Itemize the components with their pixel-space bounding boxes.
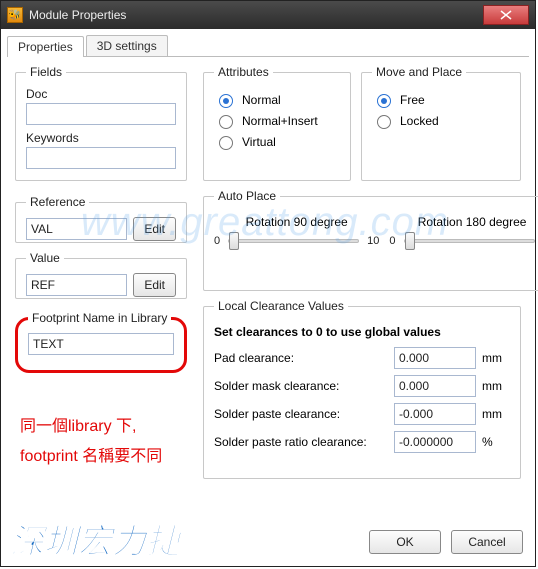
dialog-window: 🐝 Module Properties Properties 3D settin…: [0, 0, 536, 567]
pad-label: Pad clearance:: [214, 351, 388, 365]
attr-normal-radio[interactable]: [219, 94, 233, 108]
attr-legend: Attributes: [214, 65, 273, 79]
ok-button[interactable]: OK: [369, 530, 441, 554]
rot90-col: Rotation 90 degree 0 10: [214, 215, 379, 247]
footer: OK Cancel: [369, 530, 523, 554]
window-title: Module Properties: [29, 8, 483, 22]
window-buttons: [483, 5, 529, 25]
rot90-label: Rotation 90 degree: [214, 215, 379, 229]
lcl-legend: Local Clearance Values: [214, 299, 348, 313]
group-local-clearance: Local Clearance Values Set clearances to…: [203, 299, 521, 479]
move-free-label: Free: [400, 93, 425, 107]
group-value: Value Edit: [15, 251, 187, 299]
move-free-radio[interactable]: [377, 94, 391, 108]
rot90-min: 0: [214, 235, 220, 247]
tab-3d-settings[interactable]: 3D settings: [86, 35, 168, 56]
rot180-slider[interactable]: [404, 239, 535, 243]
keywords-label: Keywords: [26, 131, 176, 145]
move-legend: Move and Place: [372, 65, 466, 79]
reference-legend: Reference: [26, 195, 89, 209]
annotation-line1: 同一個library 下,: [20, 412, 136, 436]
rot180-min: 0: [389, 235, 395, 247]
pad-row: Pad clearance: mm: [214, 347, 510, 369]
ratio-row: Solder paste ratio clearance: %: [214, 431, 510, 453]
pad-unit: mm: [482, 351, 510, 365]
doc-label: Doc: [26, 87, 176, 101]
attr-virtual-label: Virtual: [242, 135, 276, 149]
group-fields: Fields Doc Keywords: [15, 65, 187, 181]
titlebar: 🐝 Module Properties: [1, 1, 535, 29]
footprint-input[interactable]: [28, 333, 174, 355]
doc-input[interactable]: [26, 103, 176, 125]
close-icon: [500, 10, 512, 20]
attr-normal-label: Normal: [242, 93, 281, 107]
group-attributes: Attributes Normal Normal+Insert Virtual: [203, 65, 351, 181]
move-locked-radio[interactable]: [377, 115, 391, 129]
attr-normal-insert-label: Normal+Insert: [242, 114, 318, 128]
auto-legend: Auto Place: [214, 189, 280, 203]
group-move: Move and Place Free Locked: [361, 65, 521, 181]
paste-label: Solder paste clearance:: [214, 407, 388, 421]
attr-normal-row[interactable]: Normal: [214, 91, 340, 108]
group-reference: Reference Edit: [15, 195, 187, 243]
mask-label: Solder mask clearance:: [214, 379, 388, 393]
value-legend: Value: [26, 251, 64, 265]
attr-virtual-row[interactable]: Virtual: [214, 133, 340, 150]
move-locked-label: Locked: [400, 114, 439, 128]
ratio-unit: %: [482, 435, 510, 449]
mask-row: Solder mask clearance: mm: [214, 375, 510, 397]
paste-unit: mm: [482, 407, 510, 421]
footprint-legend: Footprint Name in Library: [28, 311, 171, 325]
close-button[interactable]: [483, 5, 529, 25]
annotation-line2: footprint 名稱要不同: [20, 442, 162, 466]
tabstrip: Properties 3D settings: [7, 35, 529, 57]
attr-normal-insert-radio[interactable]: [219, 115, 233, 129]
paste-row: Solder paste clearance: mm: [214, 403, 510, 425]
move-locked-row[interactable]: Locked: [372, 112, 510, 129]
move-free-row[interactable]: Free: [372, 91, 510, 108]
brand-text: 深圳宏力捷: [10, 514, 180, 563]
reference-input[interactable]: [26, 218, 127, 240]
pad-input[interactable]: [394, 347, 476, 369]
keywords-input[interactable]: [26, 147, 176, 169]
group-footprint: Footprint Name in Library: [15, 311, 187, 373]
app-icon: 🐝: [7, 7, 23, 23]
rot90-max: 10: [367, 235, 379, 247]
fields-legend: Fields: [26, 65, 66, 79]
reference-edit-button[interactable]: Edit: [133, 217, 176, 241]
cancel-button[interactable]: Cancel: [451, 530, 523, 554]
lcl-head: Set clearances to 0 to use global values: [214, 325, 510, 339]
rot90-slider[interactable]: [228, 239, 359, 243]
value-input[interactable]: [26, 274, 127, 296]
rot180-col: Rotation 180 degree 0 10: [389, 215, 538, 247]
rot180-label: Rotation 180 degree: [389, 215, 538, 229]
mask-input[interactable]: [394, 375, 476, 397]
paste-input[interactable]: [394, 403, 476, 425]
attr-normal-insert-row[interactable]: Normal+Insert: [214, 112, 340, 129]
group-auto-place: Auto Place Rotation 90 degree 0 10 Rotat…: [203, 189, 538, 291]
ratio-label: Solder paste ratio clearance:: [214, 435, 388, 449]
tab-properties[interactable]: Properties: [7, 36, 84, 57]
attr-virtual-radio[interactable]: [219, 136, 233, 150]
ratio-input[interactable]: [394, 431, 476, 453]
value-edit-button[interactable]: Edit: [133, 273, 176, 297]
mask-unit: mm: [482, 379, 510, 393]
